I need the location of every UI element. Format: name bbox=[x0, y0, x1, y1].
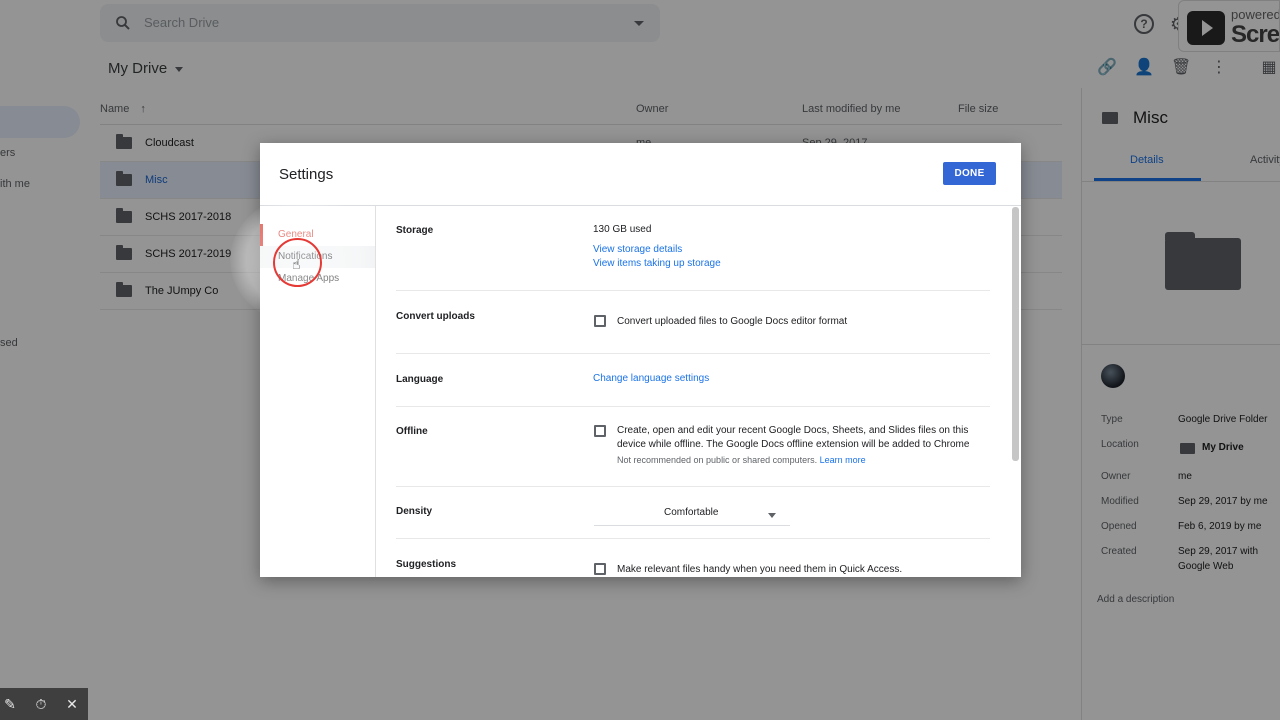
learn-more-link[interactable]: Learn more bbox=[820, 455, 866, 465]
scrollbar[interactable] bbox=[1012, 207, 1019, 461]
density-selected-value: Comfortable bbox=[664, 507, 719, 518]
offline-text: Create, open and edit your recent Google… bbox=[617, 425, 970, 450]
divider bbox=[396, 406, 990, 407]
chevron-down-icon bbox=[768, 513, 776, 518]
offline-checkbox[interactable] bbox=[594, 425, 606, 437]
done-button[interactable]: DONE bbox=[943, 162, 996, 185]
divider bbox=[396, 538, 990, 539]
view-storage-details-link[interactable]: View storage details bbox=[593, 244, 682, 255]
dialog-title: Settings bbox=[279, 166, 334, 183]
storage-label: Storage bbox=[396, 225, 434, 236]
timer-icon[interactable]: ⏱ bbox=[33, 696, 49, 712]
recorder-toolbar: ✎ ⏱ ✕ bbox=[0, 688, 88, 720]
nav-item-notifications[interactable]: Notifications bbox=[260, 246, 375, 268]
storage-used: 130 GB used bbox=[593, 224, 652, 235]
density-dropdown[interactable]: Comfortable bbox=[594, 502, 790, 526]
suggestions-checkbox[interactable] bbox=[594, 563, 606, 575]
view-items-storage-link[interactable]: View items taking up storage bbox=[593, 258, 721, 269]
change-language-link[interactable]: Change language settings bbox=[593, 373, 709, 384]
convert-uploads-label: Convert uploads bbox=[396, 311, 475, 322]
settings-dialog: Settings DONE General Notifications Mana… bbox=[260, 143, 1021, 577]
offline-note-text: Not recommended on public or shared comp… bbox=[617, 455, 818, 465]
nav-item-general[interactable]: General bbox=[260, 224, 375, 246]
density-label: Density bbox=[396, 506, 433, 517]
divider bbox=[396, 486, 990, 487]
offline-label: Offline bbox=[396, 426, 428, 437]
language-label: Language bbox=[396, 374, 444, 385]
settings-nav: General Notifications Manage Apps bbox=[260, 206, 376, 577]
settings-content: Storage 130 GB used View storage details… bbox=[376, 206, 1021, 577]
suggestions-label: Suggestions bbox=[396, 559, 457, 570]
nav-item-manage-apps[interactable]: Manage Apps bbox=[260, 268, 375, 290]
convert-uploads-checkbox[interactable] bbox=[594, 315, 606, 327]
close-icon[interactable]: ✕ bbox=[64, 696, 80, 712]
divider bbox=[396, 290, 990, 291]
suggestions-text: Make relevant files handy when you need … bbox=[617, 564, 903, 575]
offline-note: Not recommended on public or shared comp… bbox=[617, 455, 866, 465]
divider bbox=[396, 353, 990, 354]
pen-icon[interactable]: ✎ bbox=[2, 696, 18, 712]
convert-uploads-text: Convert uploaded files to Google Docs ed… bbox=[617, 316, 848, 327]
